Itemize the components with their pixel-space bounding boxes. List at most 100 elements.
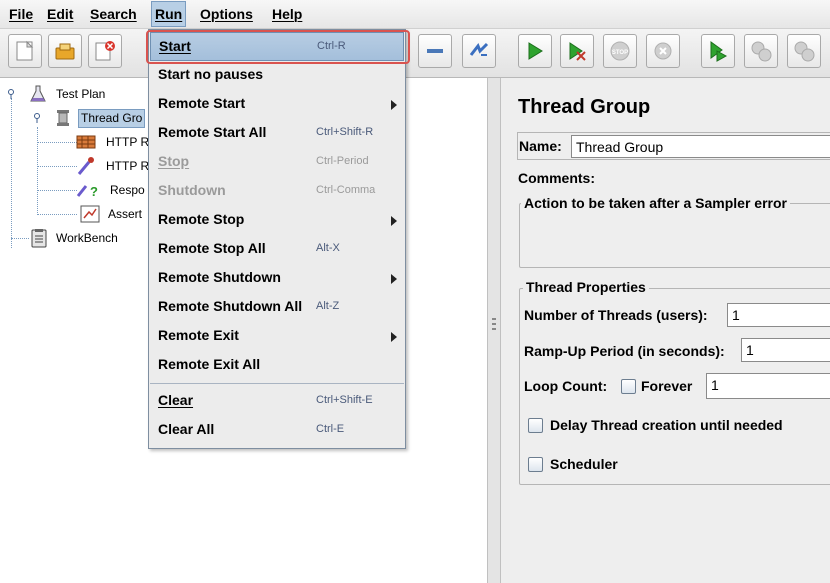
menu-file[interactable]: File xyxy=(6,2,36,26)
tree-line xyxy=(37,190,77,191)
rampup-label: Ramp-Up Period (in seconds): xyxy=(524,343,725,359)
threads-field[interactable]: 1 xyxy=(727,303,830,327)
menu-edit[interactable]: Edit xyxy=(44,2,76,26)
menu-item-clear[interactable]: Clear Ctrl+Shift-E xyxy=(150,387,404,416)
menu-item-remote-start-all[interactable]: Remote Start All Ctrl+Shift-R xyxy=(150,119,404,148)
menu-item-stop[interactable]: Stop Ctrl-Period xyxy=(150,148,404,177)
menu-item-label: Clear xyxy=(158,392,194,408)
name-row: Name: Thread Group xyxy=(517,132,830,160)
menu-item-start-no-pauses[interactable]: Start no pauses xyxy=(150,61,404,90)
submenu-arrow-icon xyxy=(391,100,397,110)
scheduler-label: Scheduler xyxy=(550,456,618,472)
start-no-pauses-button[interactable] xyxy=(560,34,594,68)
menu-item-label: Remote Start All xyxy=(158,124,267,140)
menu-item-shortcut: Alt-X xyxy=(316,242,340,254)
tree-line xyxy=(37,142,77,143)
menu-item-shortcut: Alt-Z xyxy=(316,300,340,312)
submenu-arrow-icon xyxy=(391,216,397,226)
name-field[interactable]: Thread Group xyxy=(571,135,830,158)
remote-shutdown-all-button[interactable] xyxy=(787,34,821,68)
expand-toggle-icon[interactable] xyxy=(6,89,16,99)
collapse-button[interactable] xyxy=(418,34,452,68)
new-button[interactable] xyxy=(8,34,42,68)
loop-count-label: Loop Count: xyxy=(524,378,608,394)
close-button[interactable] xyxy=(88,34,122,68)
menu-help[interactable]: Help xyxy=(269,2,305,26)
menu-item-label: Clear All xyxy=(158,421,215,437)
tree-node-label: Thread Gro xyxy=(78,109,146,128)
menu-item-remote-shutdown[interactable]: Remote Shutdown xyxy=(150,264,404,293)
menu-item-label: Shutdown xyxy=(158,182,226,198)
loop-count-field[interactable]: 1 xyxy=(706,373,830,399)
flask-icon xyxy=(30,85,46,102)
menu-item-remote-start[interactable]: Remote Start xyxy=(150,90,404,119)
menu-separator xyxy=(150,383,404,384)
start-button[interactable] xyxy=(518,34,552,68)
menu-item-label: Remote Shutdown All xyxy=(158,298,303,314)
tree-node-label: Assert xyxy=(108,207,143,221)
tree-node-label: Test Plan xyxy=(56,87,106,101)
menu-options[interactable]: Options xyxy=(197,2,256,26)
tree-line xyxy=(37,166,77,167)
menu-item-shutdown[interactable]: Shutdown Ctrl-Comma xyxy=(150,177,404,206)
forever-checkbox[interactable] xyxy=(621,379,636,394)
menu-item-label: Remote Exit All xyxy=(158,356,261,372)
tree-line xyxy=(37,127,38,215)
tree-line xyxy=(11,238,29,239)
toggle-button[interactable] xyxy=(462,34,496,68)
menu-item-remote-exit-all[interactable]: Remote Exit All xyxy=(150,351,404,380)
forever-label: Forever xyxy=(641,378,693,394)
menu-item-shortcut: Ctrl+Shift-R xyxy=(316,126,374,138)
delay-thread-checkbox[interactable] xyxy=(528,418,543,433)
svg-text:STOP: STOP xyxy=(612,50,628,56)
sampler-error-group xyxy=(519,203,830,268)
stop-icon: STOP xyxy=(610,41,630,61)
remote-stop-all-icon xyxy=(751,41,772,62)
rampup-field[interactable]: 1 xyxy=(741,338,830,362)
menu-item-remote-shutdown-all[interactable]: Remote Shutdown All Alt-Z xyxy=(150,293,404,322)
remote-start-all-button[interactable] xyxy=(701,34,735,68)
tree-node-label: HTTP R xyxy=(106,159,150,173)
menu-run[interactable]: Run xyxy=(151,1,187,27)
tree-node-label: WorkBench xyxy=(56,231,118,245)
scheduler-checkbox[interactable] xyxy=(528,457,543,472)
menu-bar: File Edit Search Run Options Help xyxy=(0,0,830,29)
remote-stop-all-button[interactable] xyxy=(744,34,778,68)
expand-toggle-icon[interactable] xyxy=(32,113,42,123)
start-no-pauses-icon xyxy=(569,42,586,61)
menu-item-shortcut: Ctrl-Period xyxy=(316,155,369,167)
shutdown-button[interactable] xyxy=(646,34,680,68)
menu-item-label: Remote Shutdown xyxy=(158,269,281,285)
menu-item-remote-stop[interactable]: Remote Stop xyxy=(150,206,404,235)
menu-item-label: Remote Stop All xyxy=(158,240,266,256)
tree-line xyxy=(37,214,77,215)
menu-search[interactable]: Search xyxy=(87,2,140,26)
tree-node-label: Respo xyxy=(110,183,145,197)
menu-item-label: Remote Stop xyxy=(158,211,245,227)
templates-button[interactable] xyxy=(48,34,82,68)
clipboard-icon xyxy=(31,229,47,248)
new-icon xyxy=(16,40,34,61)
menu-item-shortcut: Ctrl-E xyxy=(316,423,345,435)
remote-shutdown-all-icon xyxy=(794,41,815,62)
pipette-icon xyxy=(77,157,94,175)
divider-grip xyxy=(492,328,496,330)
start-highlight-callout xyxy=(146,30,410,64)
thread-group-panel: Thread Group Name: Thread Group Comments… xyxy=(501,78,830,583)
shutdown-icon xyxy=(654,42,672,60)
menu-item-label: Start no pauses xyxy=(158,66,264,82)
split-pane-divider[interactable] xyxy=(487,78,501,583)
menu-item-remote-exit[interactable]: Remote Exit xyxy=(150,322,404,351)
http-defaults-icon xyxy=(76,135,96,149)
templates-icon xyxy=(55,43,75,60)
menu-item-shortcut: Ctrl+Shift-E xyxy=(316,394,373,406)
menu-item-label: Stop xyxy=(158,153,190,169)
thread-properties-legend: Thread Properties xyxy=(523,279,649,295)
menu-item-label: Remote Exit xyxy=(158,327,239,343)
stop-button[interactable]: STOP xyxy=(603,34,637,68)
menu-item-remote-stop-all[interactable]: Remote Stop All Alt-X xyxy=(150,235,404,264)
menu-item-clear-all[interactable]: Clear All Ctrl-E xyxy=(150,416,404,445)
submenu-arrow-icon xyxy=(391,332,397,342)
delay-thread-label: Delay Thread creation until needed xyxy=(550,417,783,433)
divider-grip xyxy=(492,318,496,320)
